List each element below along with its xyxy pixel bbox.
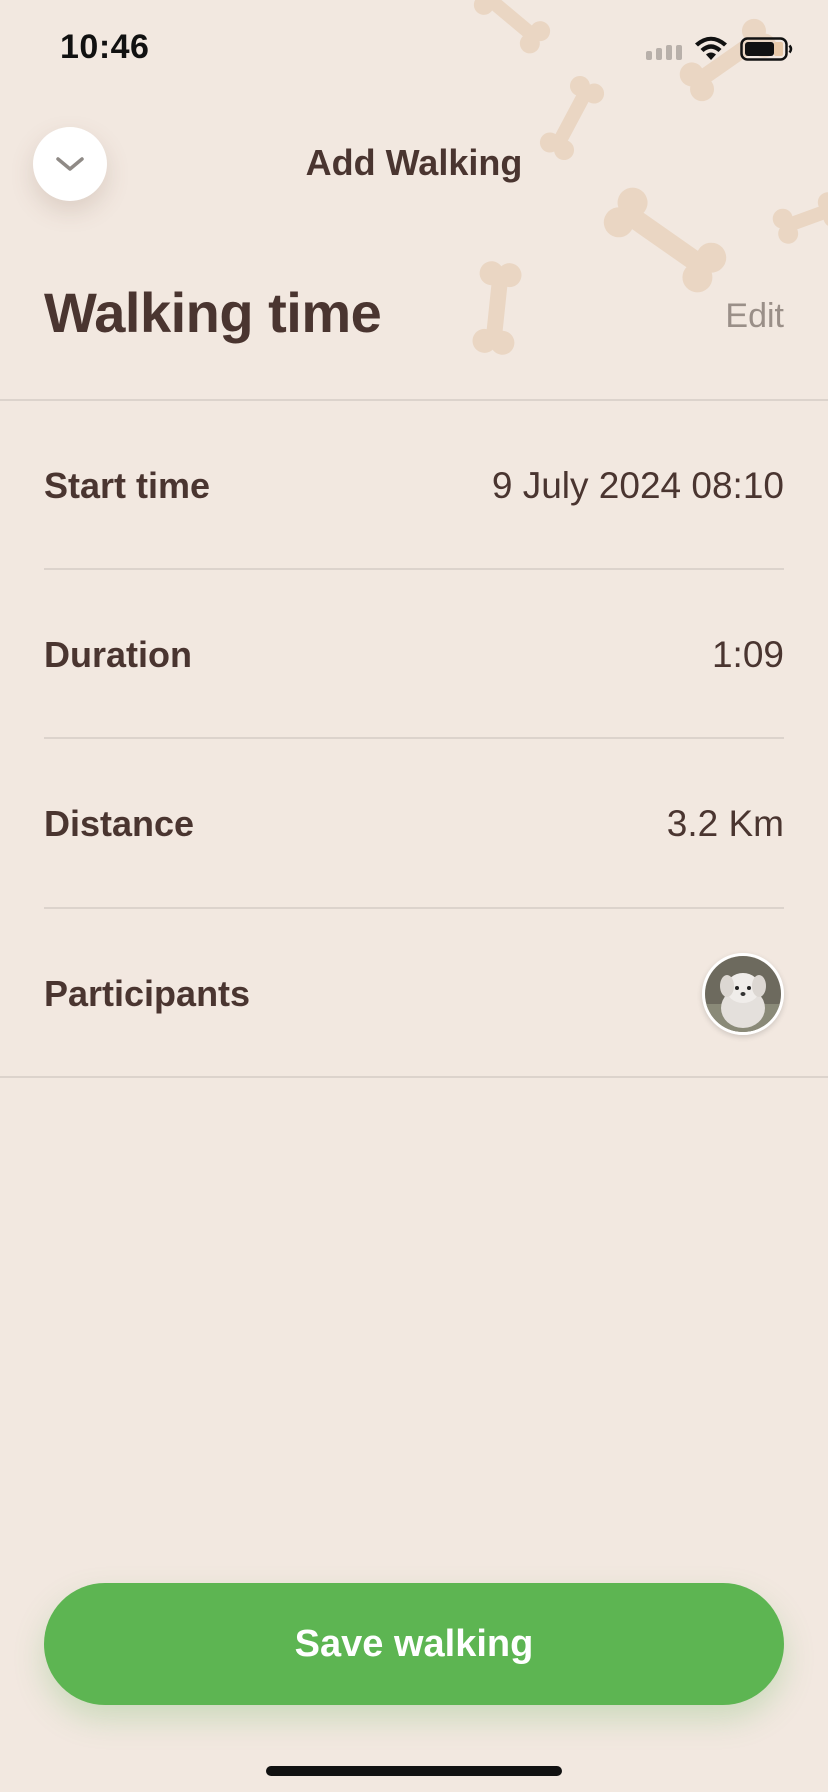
save-walking-button[interactable]: Save walking: [44, 1583, 784, 1705]
home-indicator: [266, 1766, 562, 1776]
status-time: 10:46: [60, 28, 150, 66]
dog-avatar-icon: [705, 956, 781, 1032]
participant-avatar[interactable]: [702, 953, 784, 1035]
status-bar: 10:46: [0, 0, 828, 100]
screen: 10:46 Add Walking Walking time Edit Star…: [0, 0, 828, 1792]
duration-label: Duration: [44, 634, 192, 675]
wifi-icon: [695, 36, 727, 60]
divider: [0, 399, 828, 401]
section-title: Walking time: [44, 281, 382, 344]
participants-label: Participants: [44, 973, 251, 1014]
divider: [0, 1076, 828, 1078]
distance-label: Distance: [44, 803, 195, 844]
divider: [44, 568, 784, 570]
status-icons: [646, 36, 794, 62]
participants-row[interactable]: Participants: [44, 910, 784, 1078]
start-time-row[interactable]: Start time 9 July 2024 08:10: [44, 402, 784, 570]
duration-row[interactable]: Duration 1:09: [44, 571, 784, 739]
start-time-value: 9 July 2024 08:10: [491, 465, 784, 506]
cellular-signal-icon: [646, 38, 682, 60]
save-walking-label: Save walking: [294, 1622, 534, 1665]
duration-value: 1:09: [711, 634, 784, 675]
distance-value: 3.2 Km: [666, 803, 784, 844]
divider: [44, 737, 784, 739]
divider: [44, 907, 784, 909]
start-time-label: Start time: [44, 465, 211, 506]
distance-row[interactable]: Distance 3.2 Km: [44, 740, 784, 908]
page-title: Add Walking: [305, 142, 523, 183]
battery-icon: [740, 37, 793, 61]
edit-button[interactable]: Edit: [725, 297, 784, 336]
